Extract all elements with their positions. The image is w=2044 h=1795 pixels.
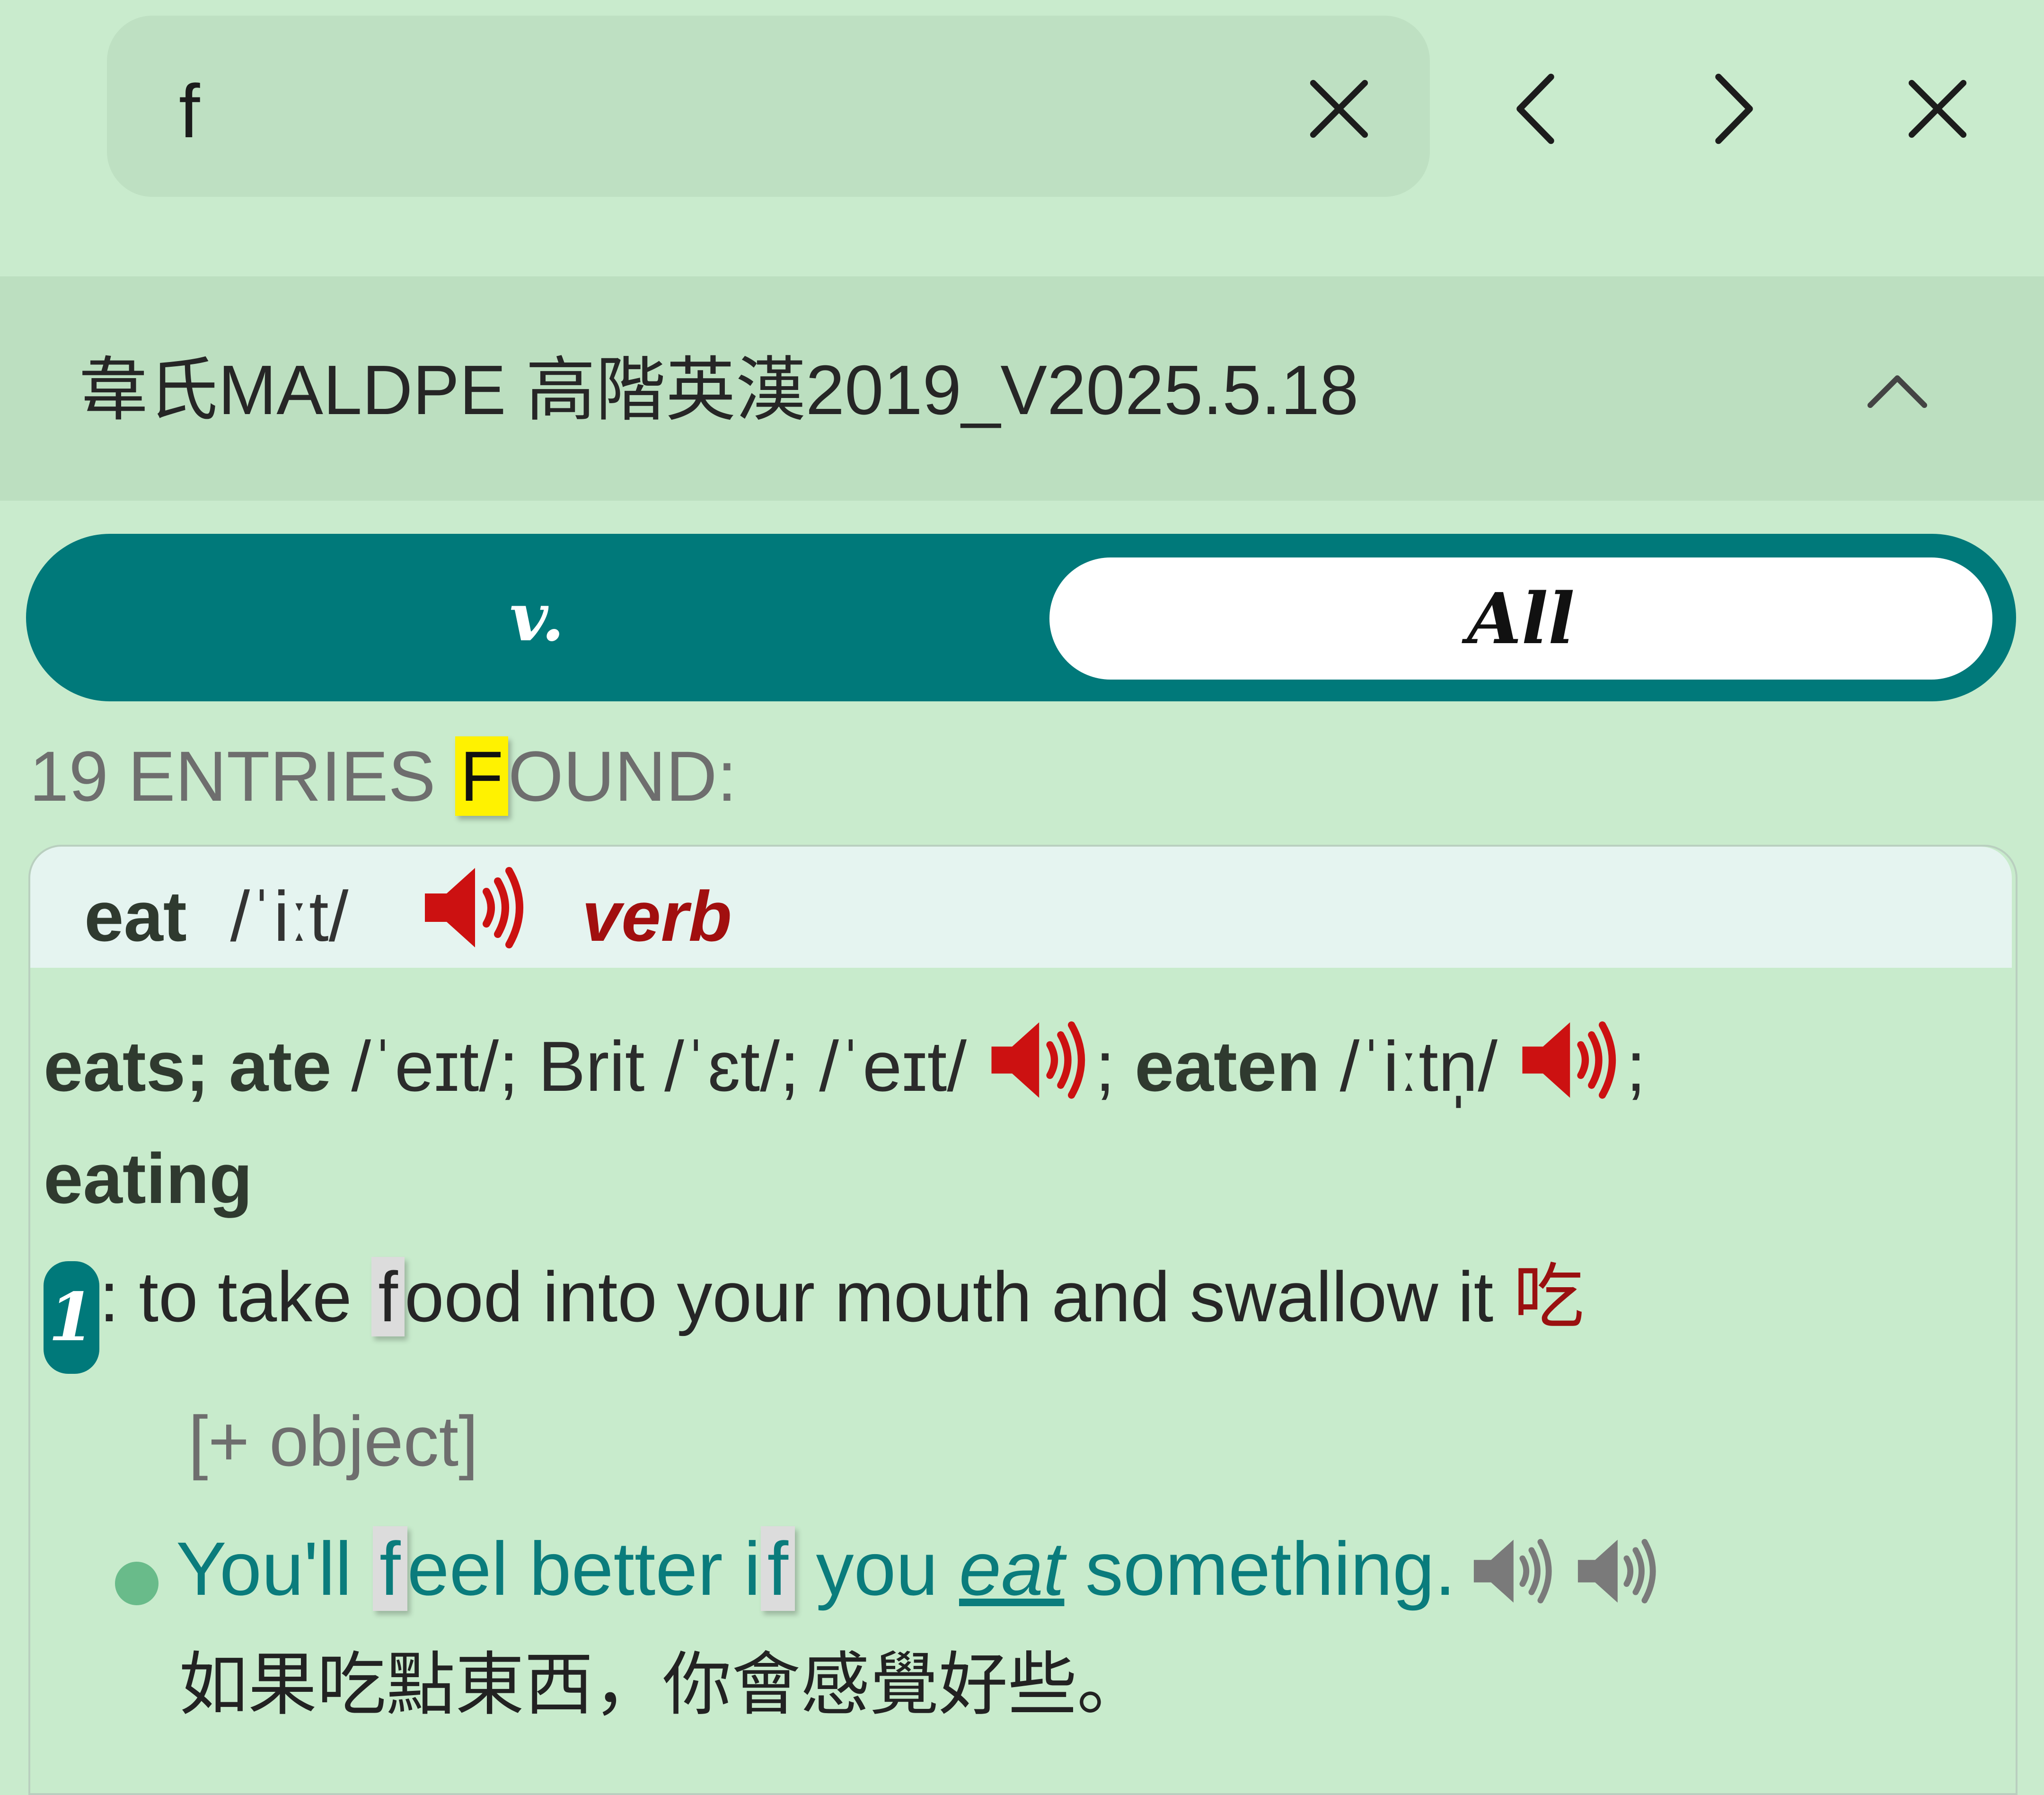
- separator: ;: [1095, 1026, 1135, 1106]
- definition-text-after: ood into your mouth and swallow it: [405, 1257, 1513, 1336]
- inflection-forms-cont: eating: [44, 1131, 253, 1226]
- dictionary-title: 韋氏MALDPE 高階英漢2019_V2025.5.18: [78, 351, 1359, 429]
- sense-number-badge: 1: [44, 1261, 99, 1374]
- results-count: 19 ENTRIES FOUND:: [29, 734, 737, 819]
- clear-search-button[interactable]: [1296, 66, 1382, 151]
- chevron-right-icon: [1715, 73, 1753, 144]
- count-text-before: 19 ENTRIES: [29, 736, 456, 816]
- separator: ;: [1626, 1026, 1646, 1106]
- definition-text-before: : to take: [99, 1257, 372, 1336]
- chevron-left-icon: [1516, 73, 1554, 144]
- sense-definition: 1: to take food into your mouth and swal…: [44, 1249, 1584, 1374]
- count-text-after: OUND:: [508, 736, 737, 816]
- filter-verb-option[interactable]: v.: [26, 534, 1048, 701]
- form-ate-pronunciation: /ˈeɪt/; Brit /ˈɛt/; /ˈeɪt/: [331, 1026, 987, 1106]
- pronounce-headword-button[interactable]: [420, 860, 534, 978]
- close-icon: [1310, 80, 1368, 138]
- next-match-button[interactable]: [1692, 62, 1777, 156]
- form-eaten: eaten: [1135, 1026, 1320, 1106]
- collapse-dictionary-button[interactable]: [1855, 350, 1940, 431]
- current-match-highlight: F: [455, 736, 508, 816]
- play-example-alt-button[interactable]: [1574, 1533, 1664, 1630]
- example-text: you: [795, 1526, 959, 1611]
- match-highlight: f: [371, 1257, 405, 1336]
- headword: eat: [84, 876, 187, 956]
- example-sentence: You'll feel better if you eat something.: [176, 1521, 1664, 1630]
- example-bullet: [115, 1562, 159, 1605]
- pronounce-ate-button[interactable]: [987, 1015, 1095, 1128]
- example-text: You'll: [176, 1526, 373, 1611]
- search-field[interactable]: [107, 16, 1430, 197]
- form-eaten-pronunciation: /ˈiːtn̩/: [1320, 1026, 1517, 1106]
- form-eating: eating: [44, 1139, 253, 1218]
- example-text: something.: [1064, 1526, 1456, 1611]
- search-input[interactable]: f: [179, 66, 200, 156]
- inflection-forms: eats; ate /ˈeɪt/; Brit /ˈɛt/; /ˈeɪt/ ; e…: [44, 1015, 1646, 1128]
- example-translation: 如果吃點東西，你會感覺好些。: [179, 1645, 1146, 1725]
- match-highlight: f: [760, 1526, 795, 1611]
- definition-chinese: 吃: [1513, 1256, 1584, 1338]
- speaker-icon: [1577, 1539, 1656, 1604]
- grammar-label: [+ object]: [188, 1401, 478, 1481]
- speaker-icon: [1473, 1539, 1552, 1604]
- close-icon: [1908, 80, 1967, 138]
- speaker-icon: [1522, 1021, 1616, 1099]
- close-find-button[interactable]: [1895, 66, 1980, 151]
- example-keyword: eat: [959, 1526, 1065, 1611]
- form-eats-ate: eats; ate: [44, 1026, 332, 1106]
- play-example-button[interactable]: [1470, 1533, 1560, 1630]
- headword-row: eat /ˈiːt/ verb: [84, 860, 732, 978]
- match-highlight: f: [373, 1526, 407, 1611]
- speaker-icon: [991, 1021, 1085, 1099]
- chevron-up-icon: [1867, 375, 1928, 408]
- pronounce-eaten-button[interactable]: [1517, 1015, 1626, 1128]
- headword-pronunciation: /ˈiːt/: [230, 876, 349, 956]
- filter-all-option[interactable]: All: [1049, 557, 1992, 680]
- previous-match-button[interactable]: [1493, 62, 1578, 156]
- part-of-speech: verb: [581, 876, 732, 956]
- speaker-icon: [425, 867, 524, 948]
- example-text: eel better i: [407, 1526, 761, 1611]
